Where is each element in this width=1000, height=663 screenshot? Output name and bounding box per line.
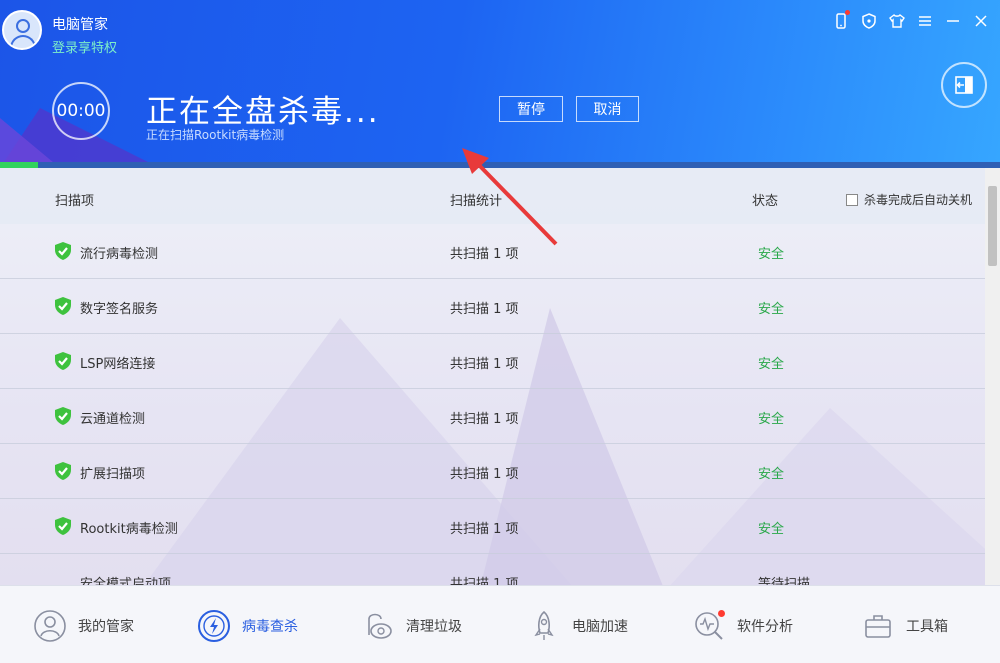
exit-mode-button[interactable] [941, 62, 987, 108]
decor-triangle [0, 118, 60, 162]
nav-item-virus-scan[interactable]: 病毒查杀 [196, 606, 298, 646]
nav-label: 清理垃圾 [406, 619, 462, 635]
scan-item-name: 安全模式启动项 [80, 577, 172, 585]
virus-scan-icon [196, 608, 232, 644]
scan-subtitle: 正在扫描Rootkit病毒检测 [146, 128, 285, 142]
scan-item-list: 流行病毒检测 共扫描 1 项 安全 数字签名服务 共扫描 1 项 安全 LSP网… [0, 224, 985, 585]
scan-item-name: Rootkit病毒检测 [80, 522, 178, 537]
scan-item-name: 流行病毒检测 [80, 247, 159, 262]
shield-icon[interactable] [860, 12, 878, 30]
pause-button[interactable]: 暂停 [499, 96, 563, 122]
table-row: LSP网络连接 共扫描 1 项 安全 [0, 334, 985, 389]
avatar[interactable] [2, 10, 42, 50]
window-controls [832, 10, 990, 30]
nav-item-toolbox[interactable]: 工具箱 [860, 606, 948, 646]
scan-item-state: 安全 [758, 522, 785, 537]
scan-item-state: 等待扫描 [758, 577, 811, 585]
header: 电脑管家 登录享特权 00:00 正在全盘杀毒... 正在扫描Rootkit病毒… [0, 0, 1000, 162]
scan-item-count: 共扫描 1 项 [450, 302, 519, 317]
close-icon[interactable] [972, 12, 990, 30]
check-shield-icon [55, 242, 71, 260]
column-header-stat: 扫描统计 [450, 194, 503, 209]
scan-item-state: 安全 [758, 357, 785, 372]
scan-item-name: 云通道检测 [80, 412, 146, 427]
scan-item-count: 共扫描 1 项 [450, 412, 519, 427]
auto-shutdown-checkbox[interactable]: 杀毒完成后自动关机 [846, 191, 972, 208]
check-shield-icon [55, 297, 71, 315]
scan-item-state: 安全 [758, 467, 785, 482]
nav-label: 我的管家 [78, 619, 134, 635]
table-row: 流行病毒检测 共扫描 1 项 安全 [0, 224, 985, 279]
nav-item-clean[interactable]: 清理垃圾 [360, 606, 462, 646]
scrollbar-thumb[interactable] [988, 186, 997, 266]
scan-timer: 00:00 [52, 82, 110, 140]
scan-item-name: LSP网络连接 [80, 357, 156, 372]
bottom-nav: 我的管家 病毒查杀 清理垃圾 电脑加速 软件分析 工具箱 [0, 585, 1000, 663]
exit-icon [955, 76, 973, 94]
scan-item-name: 扩展扫描项 [80, 467, 146, 482]
scan-title: 正在全盘杀毒... [146, 94, 380, 130]
nav-item-speedup[interactable]: 电脑加速 [526, 606, 628, 646]
scan-item-count: 共扫描 1 项 [450, 247, 519, 262]
scan-item-count: 共扫描 1 项 [450, 577, 519, 585]
column-header-state: 状态 [752, 194, 779, 209]
minimize-icon[interactable] [944, 12, 962, 30]
rocket-icon [526, 608, 562, 644]
table-row: 扩展扫描项 共扫描 1 项 安全 [0, 444, 985, 499]
check-shield-icon [55, 407, 71, 425]
shirt-icon[interactable] [888, 12, 906, 30]
table-row: 云通道检测 共扫描 1 项 安全 [0, 389, 985, 444]
app-title: 电脑管家 [52, 17, 108, 33]
scan-item-state: 安全 [758, 412, 785, 427]
scan-item-count: 共扫描 1 项 [450, 357, 519, 372]
cancel-button[interactable]: 取消 [576, 96, 639, 122]
table-row: 安全模式启动项 共扫描 1 项 等待扫描 [0, 554, 985, 585]
scan-item-count: 共扫描 1 项 [450, 467, 519, 482]
nav-label: 软件分析 [737, 619, 793, 635]
login-link[interactable]: 登录享特权 [52, 37, 117, 56]
nav-label: 电脑加速 [572, 619, 628, 635]
check-shield-icon [55, 352, 71, 370]
column-header-item: 扫描项 [55, 194, 95, 209]
auto-shutdown-label: 杀毒完成后自动关机 [864, 193, 973, 207]
menu-icon[interactable] [916, 12, 934, 30]
scrollbar[interactable] [985, 168, 1000, 585]
table-row: Rootkit病毒检测 共扫描 1 项 安全 [0, 499, 985, 554]
nav-item-butler[interactable]: 我的管家 [32, 606, 134, 646]
check-shield-icon [55, 462, 71, 480]
nav-label: 工具箱 [906, 619, 948, 635]
butler-icon [32, 608, 68, 644]
table-row: 数字签名服务 共扫描 1 项 安全 [0, 279, 985, 334]
vacuum-icon [360, 608, 396, 644]
phone-icon[interactable] [832, 10, 850, 30]
toolbox-icon [860, 608, 896, 644]
scan-item-state: 安全 [758, 302, 785, 317]
nav-item-software-analysis[interactable]: 软件分析 [691, 606, 793, 646]
scan-item-count: 共扫描 1 项 [450, 522, 519, 537]
scan-item-name: 数字签名服务 [80, 302, 159, 317]
check-shield-icon [55, 517, 71, 535]
nav-label: 病毒查杀 [242, 619, 298, 635]
table-header: 扫描项 扫描统计 状态 杀毒完成后自动关机 [0, 168, 985, 224]
software-analysis-icon [691, 608, 727, 644]
checkbox-box[interactable] [846, 193, 858, 206]
scan-results: 扫描项 扫描统计 状态 杀毒完成后自动关机 流行病毒检测 共扫描 1 项 安全 … [0, 168, 1000, 585]
scan-item-state: 安全 [758, 247, 785, 262]
